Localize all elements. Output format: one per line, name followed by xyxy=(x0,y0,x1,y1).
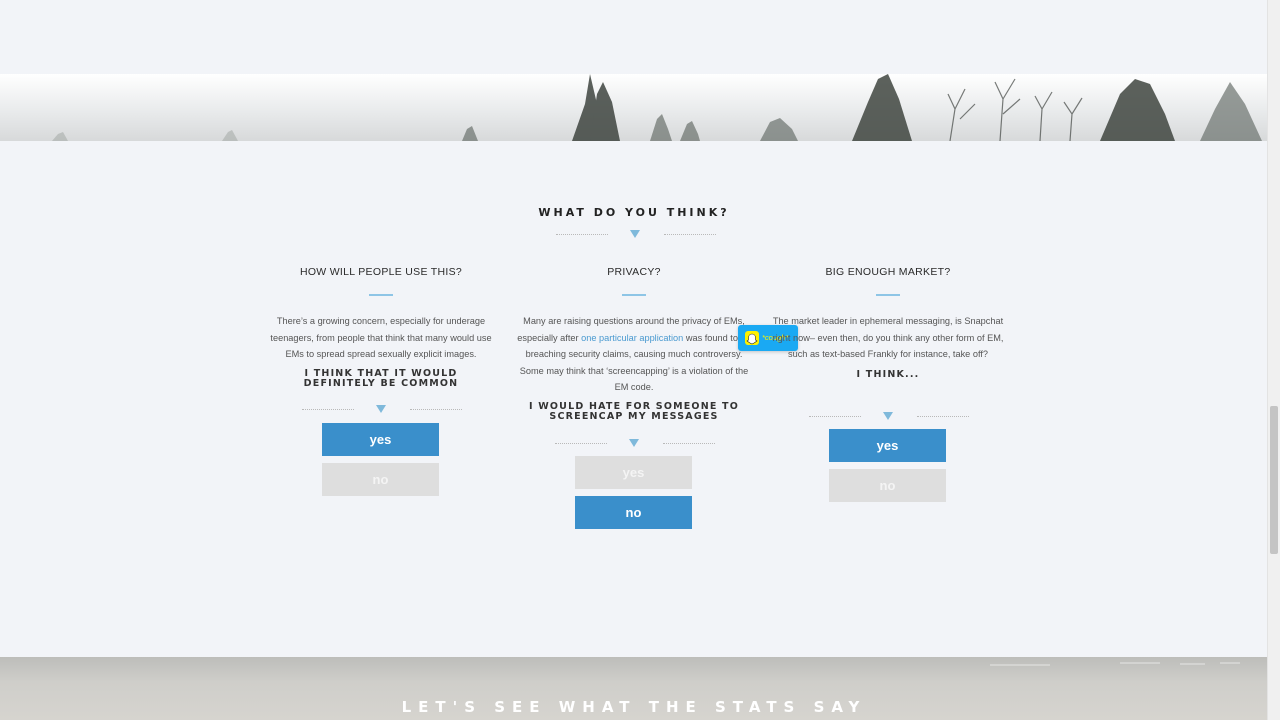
snapchat-ghost-icon xyxy=(745,331,759,345)
opinion-statement: I THINK... xyxy=(768,368,1008,380)
dotted-line xyxy=(302,409,354,410)
opinion-divider xyxy=(809,412,969,424)
dotted-line xyxy=(809,416,861,417)
privacy-yes-button[interactable]: yes xyxy=(575,456,692,489)
opinion-line: DEFINITELY BE COMMON xyxy=(303,377,459,389)
opinion-line: I WOULD HATE FOR SOMEONE TO xyxy=(528,400,740,412)
dotted-line xyxy=(663,443,715,444)
dotted-line xyxy=(410,409,462,410)
market-yes-button[interactable]: yes xyxy=(829,429,946,462)
forest-banner-image xyxy=(0,74,1268,141)
dotted-line xyxy=(664,234,716,235)
section-title: WHAT DO YOU THINK? xyxy=(538,206,730,219)
dotted-line xyxy=(555,443,607,444)
question-market: BIG ENOUGH MARKET? The market leader in … xyxy=(768,266,1008,380)
opinion-line: I THINK THAT IT WOULD xyxy=(304,367,458,379)
question-heading: PRIVACY? xyxy=(607,266,661,278)
heading-underline xyxy=(369,294,393,296)
opinion-line: SCREENCAP MY MESSAGES xyxy=(549,410,719,422)
question-usage: HOW WILL PEOPLE USE THIS? There’s a grow… xyxy=(261,266,501,389)
forest-silhouette xyxy=(52,74,1262,141)
dotted-line xyxy=(556,234,608,235)
chevron-down-icon xyxy=(629,439,639,447)
chevron-down-icon xyxy=(630,230,640,238)
market-no-button[interactable]: no xyxy=(829,469,946,502)
heading-underline xyxy=(622,294,646,296)
question-description: Many are raising questions around the pr… xyxy=(514,313,754,396)
application-link[interactable]: one particular application xyxy=(581,333,683,343)
question-privacy: PRIVACY? Many are raising questions arou… xyxy=(514,266,754,422)
opinion-divider xyxy=(302,405,462,417)
page: WHAT DO YOU THINK? HOW WILL PEOPLE USE T… xyxy=(0,0,1268,720)
page-scrollbar[interactable] xyxy=(1267,0,1280,720)
scrollbar-thumb[interactable] xyxy=(1270,406,1278,554)
opinion-statement: I THINK THAT IT WOULD DEFINITELY BE COMM… xyxy=(261,367,501,389)
opinion-line: I THINK... xyxy=(856,368,920,380)
question-description: There’s a growing concern, especially fo… xyxy=(270,316,492,359)
chevron-down-icon xyxy=(883,412,893,420)
question-heading: BIG ENOUGH MARKET? xyxy=(825,266,951,278)
question-heading: HOW WILL PEOPLE USE THIS? xyxy=(299,266,463,278)
chevron-down-icon xyxy=(376,405,386,413)
privacy-no-button[interactable]: no xyxy=(575,496,692,529)
opinion-divider xyxy=(555,439,715,451)
usage-yes-button[interactable]: yes xyxy=(322,423,439,456)
heading-underline xyxy=(876,294,900,296)
dotted-line xyxy=(917,416,969,417)
section-divider xyxy=(556,230,716,242)
ghost-shape xyxy=(746,333,758,345)
question-description: The market leader in ephemeral messaging… xyxy=(772,316,1004,359)
opinion-statement: I WOULD HATE FOR SOMEONE TO SCREENCAP MY… xyxy=(514,400,754,422)
stats-title: LET'S SEE WHAT THE STATS SAY xyxy=(401,698,867,716)
usage-no-button[interactable]: no xyxy=(322,463,439,496)
